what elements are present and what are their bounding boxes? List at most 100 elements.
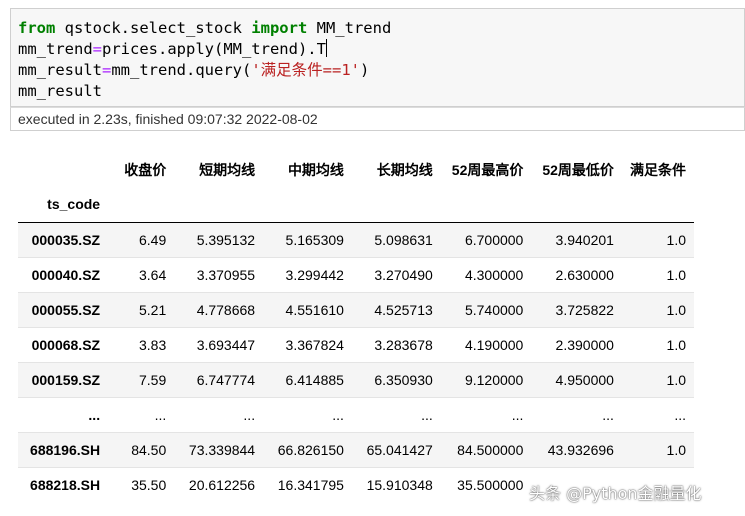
- row-index: 000159.SZ: [31, 371, 101, 388]
- table-cell: 3.299442: [285, 266, 344, 283]
- table-cell: 5.165309: [285, 231, 344, 248]
- table-cell: 66.826150: [277, 441, 344, 458]
- code-line3-eq: =: [102, 61, 112, 79]
- table-cell: 2.630000: [555, 266, 614, 283]
- table-cell: 1.0: [666, 441, 686, 458]
- table-cell: 3.725822: [555, 301, 614, 318]
- row-index: 000055.SZ: [31, 301, 101, 318]
- table-cell: 6.350930: [374, 371, 433, 388]
- code-line2-lhs: mm_trend: [18, 40, 93, 58]
- table-cell: 84.500000: [457, 441, 524, 458]
- blank-header: [108, 187, 175, 223]
- table-cell: 4.525713: [374, 301, 433, 318]
- code-editor[interactable]: from qstock.select_stock import MM_trend…: [18, 18, 391, 102]
- table-row: 000055.SZ 5.21 4.778668 4.551610 4.525713 5.7…: [18, 292, 694, 327]
- index-name: ts_code: [18, 187, 109, 223]
- column-header: 长期均线: [376, 161, 433, 178]
- execution-status: executed in 2.23s, finished 09:07:32 202…: [10, 107, 745, 131]
- keyword-from: from: [18, 19, 56, 37]
- column-header-row: 收盘价 短期均线 中期均线 长期均线 52周最高价 52周最低价 满足条件: [18, 152, 694, 187]
- table-cell: 6.747774: [196, 371, 256, 388]
- table-cell: 1.0: [666, 371, 686, 388]
- table-cell: ...: [243, 406, 256, 423]
- table-cell: ...: [511, 406, 524, 423]
- table-cell: 4.190000: [464, 336, 524, 353]
- table-cell: 15.910348: [366, 476, 433, 493]
- row-index: ...: [88, 406, 101, 423]
- table-cell: 3.693447: [196, 336, 256, 353]
- table-cell: 5.098631: [374, 231, 433, 248]
- blank-header: [531, 187, 622, 223]
- blank-header: [263, 187, 352, 223]
- table-cell: ...: [332, 406, 344, 423]
- table-cell: 43.932696: [547, 441, 614, 458]
- table-cell: 35.50: [131, 476, 167, 493]
- table-cell: 7.59: [139, 371, 167, 388]
- code-line3-rhs-a: mm_trend.query(: [111, 61, 252, 79]
- table-cell: 35.500000: [457, 476, 524, 493]
- code-line3-string: '满足条件==1': [251, 61, 360, 79]
- table-cell: 6.49: [139, 231, 167, 248]
- index-name-row: ts_code: [18, 187, 694, 223]
- column-header: 短期均线: [199, 161, 256, 178]
- import-name: MM_trend: [307, 19, 392, 37]
- row-index: 688218.SH: [30, 476, 101, 493]
- table-cell: 20.612256: [188, 476, 256, 493]
- corner-cell: [18, 152, 108, 187]
- table-cell: 6.700000: [464, 231, 524, 248]
- row-index: 000068.SZ: [31, 336, 101, 353]
- table-cell: 4.300000: [464, 266, 524, 283]
- blank-header: [351, 187, 441, 223]
- table-cell: 4.950000: [555, 371, 614, 388]
- table-cell: ...: [674, 406, 686, 423]
- code-line3-lhs: mm_result: [18, 61, 102, 79]
- table-cell: 3.940201: [555, 231, 614, 248]
- table-cell: ...: [421, 406, 433, 423]
- table-cell: 16.341795: [277, 476, 344, 493]
- text-cursor: [325, 39, 327, 57]
- table-cell: 3.270490: [374, 266, 433, 283]
- table-row: ........................: [18, 397, 694, 432]
- table-cell: 1.0: [666, 301, 686, 318]
- table-cell: 1.0: [666, 336, 686, 353]
- table-cell: 73.339844: [188, 441, 256, 458]
- table-cell: 1.0: [666, 266, 686, 283]
- row-index: 000040.SZ: [31, 266, 101, 283]
- module-name: qstock.select_stock: [55, 19, 252, 37]
- table-cell: 9.120000: [464, 371, 524, 388]
- table-cell: 5.395132: [196, 231, 256, 248]
- table-cell: 1.0: [666, 231, 686, 248]
- code-cell-input[interactable]: from qstock.select_stock import MM_trend…: [10, 8, 745, 107]
- table-cell: 3.367824: [285, 336, 344, 353]
- dataframe-output: 收盘价 短期均线 中期均线 长期均线 52周最高价 52周最低价 满足条件 ts…: [18, 152, 694, 502]
- blank-header: [621, 187, 694, 223]
- table-cell: 5.21: [139, 301, 167, 318]
- column-header: 满足条件: [630, 161, 686, 178]
- table-row: 000035.SZ 6.49 5.395132 5.165309 5.098631 6.7…: [18, 222, 694, 257]
- table-row: 688196.SH 84.50 73.339844 66.826150 65.04142…: [18, 432, 694, 467]
- table-row: 000068.SZ 3.83 3.693447 3.367824 3.283678 4.1…: [18, 327, 694, 362]
- table-cell: 4.551610: [285, 301, 344, 318]
- row-index: 688196.SH: [30, 441, 101, 458]
- table-cell: ...: [154, 406, 167, 423]
- column-header: 52周最高价: [451, 161, 524, 178]
- table-cell: 84.50: [131, 441, 167, 458]
- watermark: 头条 @Python金融量化: [529, 484, 702, 503]
- dataframe-table: 收盘价 短期均线 中期均线 长期均线 52周最高价 52周最低价 满足条件 ts…: [18, 152, 694, 502]
- column-header: 中期均线: [287, 161, 344, 178]
- code-line4: mm_result: [18, 82, 102, 100]
- column-header: 52周最低价: [542, 161, 614, 178]
- table-cell: 4.778668: [196, 301, 256, 318]
- row-index: 000035.SZ: [31, 231, 101, 248]
- table-cell: 65.041427: [366, 441, 433, 458]
- dataframe-body: 000035.SZ 6.49 5.395132 5.165309 5.098631 6.7…: [18, 222, 694, 502]
- table-cell: 3.83: [139, 336, 167, 353]
- table-cell: 6.414885: [285, 371, 344, 388]
- code-line2-rhs: prices.apply(MM_trend).T: [102, 40, 326, 58]
- table-cell: 3.283678: [374, 336, 433, 353]
- blank-header: [174, 187, 264, 223]
- table-cell: 3.64: [139, 266, 167, 283]
- blank-header: [440, 187, 532, 223]
- code-line2-eq: =: [92, 40, 102, 58]
- code-line3-rhs-b: ): [360, 61, 370, 79]
